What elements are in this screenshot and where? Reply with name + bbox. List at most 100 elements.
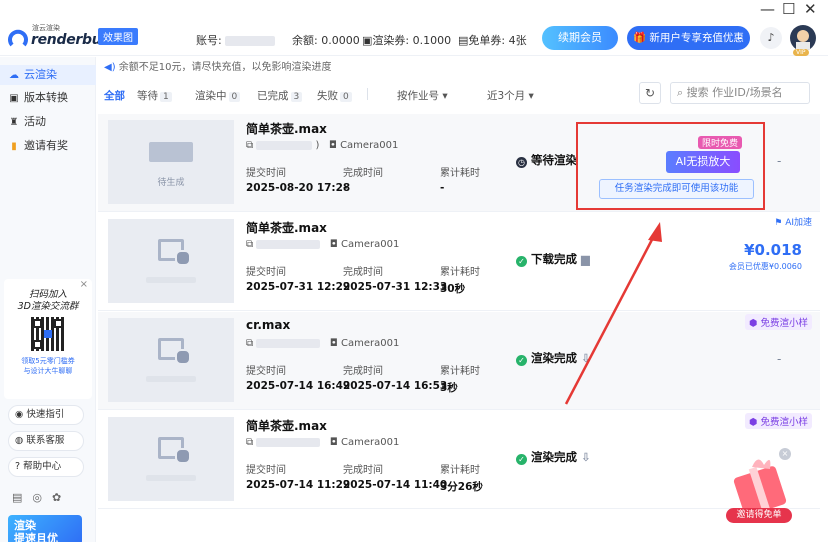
range-dropdown[interactable]: 近3个月 ▾: [487, 88, 534, 103]
rocket-icon: ⚑: [774, 218, 783, 228]
convert-icon: ▣: [9, 93, 19, 104]
gift-icon: ▮: [11, 141, 17, 152]
member-discount: 会员已优惠¥0.0060: [728, 262, 802, 271]
free-ticket-label: ▤免单券: 4张: [458, 34, 527, 47]
camera-icon: ◘: [328, 140, 337, 151]
id-icon: ⧉: [246, 338, 254, 349]
vip-badge: VIP: [793, 49, 809, 56]
job-row[interactable]: 简单茶壶.max ⧉ ◘ Camera001 提交时间 完成时间 累计耗时 20…: [98, 411, 820, 509]
job-meta: ⧉ ◘ Camera001: [246, 239, 400, 250]
sidebar-bottom-icons: ▤◎✿: [12, 491, 71, 504]
ai-upscale-button[interactable]: AI无损放大: [666, 151, 740, 173]
job-price: ¥0.018: [744, 241, 802, 259]
link-icon[interactable]: ◎: [32, 491, 52, 504]
avatar[interactable]: [790, 25, 816, 51]
header: 渲云渲染 renderbus 效果图 账号: 余额: 0.0000 ▣渲染券: …: [0, 18, 828, 56]
service-icon: ◍: [15, 435, 24, 446]
image-icon: [158, 338, 191, 365]
app-window: — ☐ ✕ 渲云渲染 renderbus 效果图 账号: 余额: 0.0000 …: [0, 0, 828, 542]
tab-waiting[interactable]: 等待 1: [137, 88, 172, 103]
sidebar-item-activity[interactable]: ♜ 活动: [0, 112, 96, 132]
submit-time: 2025-07-31 12:29: [246, 281, 351, 293]
finish-time: 2025-07-31 12:33: [343, 281, 448, 293]
gift-icon: 🎁: [633, 32, 647, 44]
invite-free-label[interactable]: 邀请得免单: [726, 508, 792, 523]
search-input[interactable]: ⌕ 搜索 作业ID/场景名: [670, 82, 810, 104]
job-price-empty: -: [777, 154, 782, 168]
job-filename: 简单茶壶.max: [246, 122, 327, 136]
limited-free-badge: 限时免费: [698, 136, 743, 149]
job-status: ◷ 等待渲染: [516, 153, 577, 168]
tab-rendering[interactable]: 渲染中 0: [195, 88, 241, 103]
check-icon: ✓: [516, 256, 527, 267]
sidebar-item-cloud-render[interactable]: ☁ 云渲染: [0, 65, 96, 85]
qr-code: [31, 317, 65, 351]
gift-close-button[interactable]: ×: [779, 448, 791, 460]
maximize-button[interactable]: ☐: [782, 1, 795, 17]
close-button[interactable]: ✕: [804, 1, 817, 17]
quick-guide-button[interactable]: ◉ 快速指引: [8, 405, 84, 425]
cloud-icon: ☁: [9, 70, 19, 81]
refresh-button[interactable]: ↻: [639, 82, 661, 104]
help-center-button[interactable]: ? 帮助中心: [8, 457, 84, 477]
check-icon: ✓: [516, 355, 527, 366]
tab-failed[interactable]: 失败 0: [317, 88, 352, 103]
download-icon: ⇩: [581, 450, 591, 464]
balance-notice: ◀) 余额不足10元，请尽快充值，以免影响渲染进度: [104, 62, 332, 73]
refresh-icon: ↻: [644, 86, 656, 100]
image-icon: [158, 239, 191, 266]
speaker-icon: ◀): [104, 62, 116, 73]
new-user-recharge-button[interactable]: 🎁 新用户专享充值优惠: [627, 26, 750, 50]
cube-icon: ⬢: [749, 318, 758, 329]
finish-time: 2025-07-14 16:53: [343, 380, 448, 392]
camera-icon: ◘: [329, 338, 338, 349]
job-thumbnail: [108, 219, 234, 303]
finish-time: -: [343, 182, 348, 194]
job-row[interactable]: cr.max ⧉ ◘ Camera001 提交时间 完成时间 累计耗时 2025…: [98, 312, 820, 410]
tab-all[interactable]: 全部: [104, 88, 125, 103]
coupon-icon: ▣: [362, 34, 373, 47]
activity-icon: ♜: [9, 117, 19, 128]
job-status: ✓ 渲染完成 ⇩: [516, 449, 591, 465]
id-icon: ⧉: [246, 437, 254, 448]
job-thumbnail: 待生成: [108, 120, 234, 204]
camera-icon: ◘: [329, 437, 338, 448]
sidebar-item-invite[interactable]: ▮ 邀请有奖: [0, 136, 96, 156]
plan-badge: 效果图: [98, 28, 138, 45]
settings-icon[interactable]: ✿: [52, 491, 71, 504]
balance-label: 余额: 0.0000: [292, 34, 360, 47]
submit-time: 2025-07-14 16:49: [246, 380, 351, 392]
help-icon: ?: [15, 461, 21, 472]
sort-dropdown[interactable]: 按作业号 ▾: [397, 88, 448, 103]
ai-accelerate-tag: ⚑ AI加速: [774, 218, 812, 228]
finish-time: 2025-07-14 11:40: [343, 479, 448, 491]
submit-time: 2025-07-14 11:29: [246, 479, 351, 491]
doc-icon[interactable]: ▤: [12, 491, 32, 504]
ai-upscale-tooltip: 任务渲染完成即可使用该功能: [599, 179, 754, 199]
contact-service-button[interactable]: ◍ 联系客服: [8, 431, 84, 451]
qr-title: 扫码加入 3D渲染交流群: [17, 289, 79, 312]
promo-banner[interactable]: 渲染 提速且优: [8, 515, 82, 542]
qr-close-button[interactable]: ×: [80, 279, 88, 290]
bell-icon[interactable]: ♪: [760, 27, 782, 49]
annotation-arrow: [564, 222, 662, 405]
tab-done[interactable]: 已完成 3: [257, 88, 303, 103]
coupon-label: ▣渲染券: 0.1000: [362, 34, 452, 47]
chevron-down-icon: ▾: [528, 90, 534, 102]
free-sample-tag: ⬢ 免费渲小样: [745, 314, 812, 330]
job-filename: 简单茶壶.max: [246, 221, 327, 235]
elapsed-time: -: [440, 182, 445, 194]
cube-icon: ⬢: [749, 417, 758, 428]
job-meta: ⧉ ◘ Camera001: [246, 338, 400, 349]
elapsed-time: 3秒: [440, 382, 458, 394]
guide-icon: ◉: [15, 409, 24, 420]
sidebar-item-version-convert[interactable]: ▣ 版本转换: [0, 88, 96, 108]
logo-icon: [8, 29, 28, 47]
minimize-button[interactable]: —: [760, 1, 775, 17]
submit-time: 2025-08-20 17:28: [246, 182, 351, 194]
job-row[interactable]: 简单茶壶.max ⧉ ◘ Camera001 提交时间 完成时间 累计耗时 20…: [98, 213, 820, 311]
job-price-empty: -: [777, 352, 782, 366]
renew-membership-button[interactable]: 续期会员: [542, 26, 618, 50]
check-icon: ✓: [516, 454, 527, 465]
job-thumbnail: [108, 417, 234, 501]
